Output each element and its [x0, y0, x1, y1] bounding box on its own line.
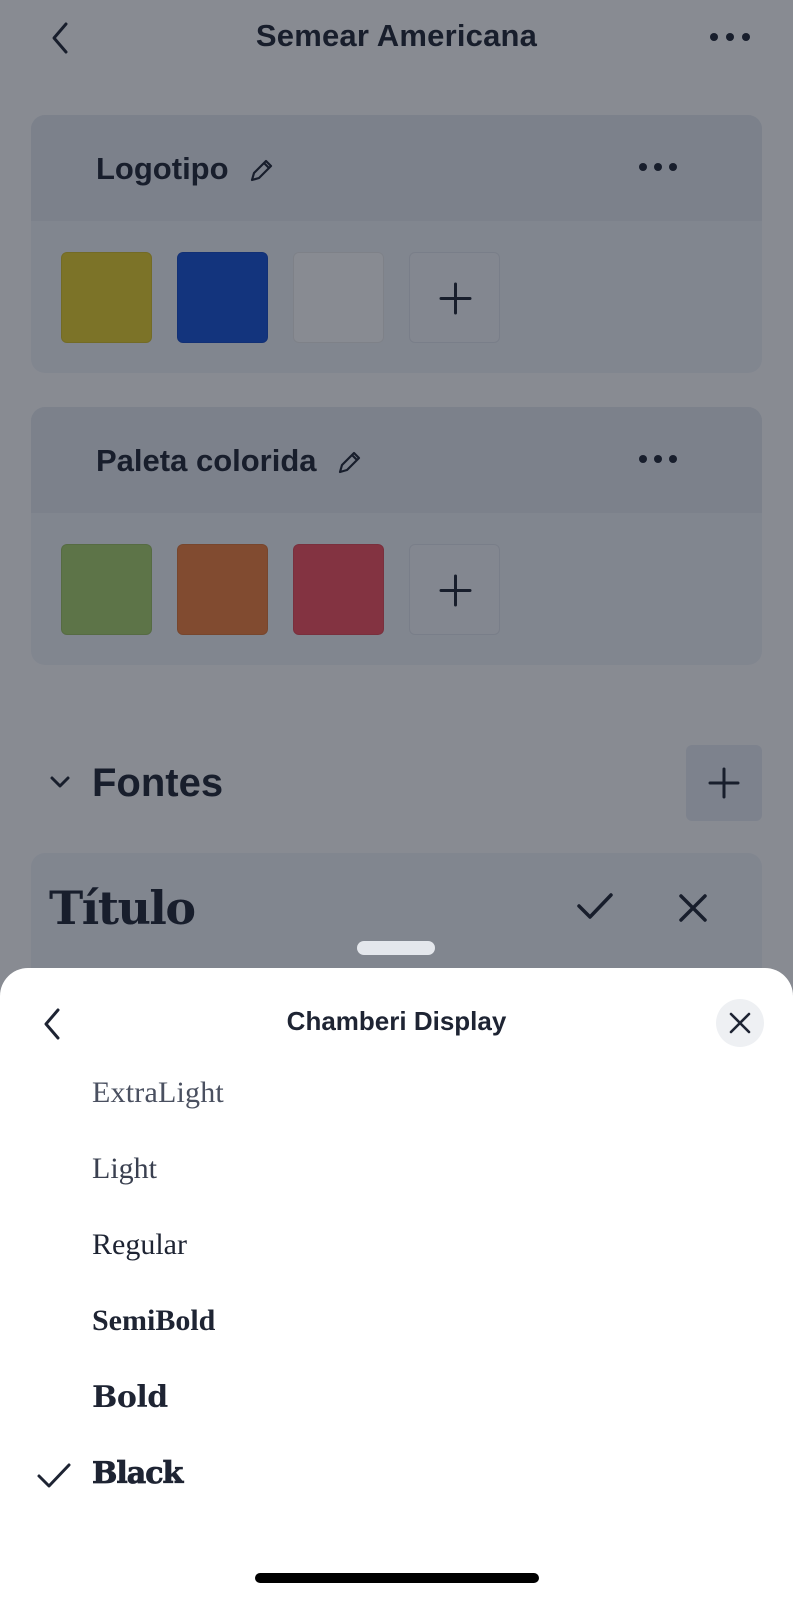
font-weight-option[interactable]: Bold: [0, 1366, 793, 1436]
font-weight-option[interactable]: ExtraLight: [0, 1062, 793, 1132]
check-icon: [36, 1461, 72, 1496]
option-label: Regular: [92, 1228, 187, 1261]
font-weight-option[interactable]: Light: [0, 1138, 793, 1208]
font-weight-option-selected[interactable]: Black: [0, 1442, 793, 1512]
sheet-grabber[interactable]: [357, 941, 435, 955]
option-label: Black: [92, 1456, 184, 1492]
font-weight-option[interactable]: Regular: [0, 1214, 793, 1284]
option-label: Light: [92, 1152, 157, 1185]
option-label: Bold: [92, 1380, 168, 1415]
option-label: ExtraLight: [92, 1076, 224, 1109]
font-weight-sheet: Chamberi Display ExtraLight Light Regula…: [0, 968, 793, 1600]
sheet-title: Chamberi Display: [286, 1006, 507, 1036]
home-indicator: [255, 1573, 539, 1583]
close-sheet-button[interactable]: [716, 999, 764, 1047]
font-weight-option[interactable]: SemiBold: [0, 1290, 793, 1360]
close-icon: [729, 1012, 751, 1034]
modal-overlay[interactable]: [0, 0, 793, 1000]
option-label: SemiBold: [92, 1304, 216, 1337]
